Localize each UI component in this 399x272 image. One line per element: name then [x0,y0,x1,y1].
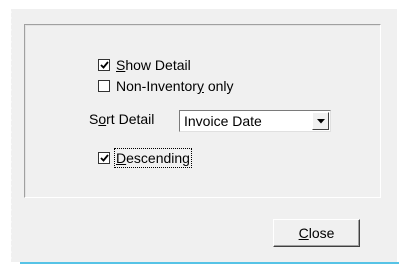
checkmark-icon [99,61,109,69]
checkmark-icon [99,154,109,162]
show-detail-label: Show Detail [116,57,191,73]
close-button-label: Close [298,225,335,241]
descending-checkbox[interactable] [98,152,110,164]
sort-detail-select[interactable]: Invoice Date [179,110,331,132]
descending-option[interactable]: Descending [98,148,192,168]
chevron-down-icon [316,118,325,123]
non-inventory-only-label: Non-Inventory only [116,78,234,94]
sort-detail-dropdown-button[interactable] [312,112,329,130]
sort-detail-value: Invoice Date [184,113,262,129]
non-inventory-only-option[interactable]: Non-Inventory only [98,78,234,94]
report-options-dialog: Show Detail Non-Inventory only So rt Deta… [11,9,397,262]
non-inventory-only-checkbox[interactable] [98,80,110,92]
sort-detail-label: So rt Detail [89,111,155,127]
show-detail-option[interactable]: Show Detail [98,57,191,73]
window-bottom-accent-line [20,262,399,264]
close-button[interactable]: Close [273,219,360,247]
torn-edge-left [0,0,12,272]
descending-label: Descending [114,148,192,168]
show-detail-checkbox[interactable] [98,59,110,71]
